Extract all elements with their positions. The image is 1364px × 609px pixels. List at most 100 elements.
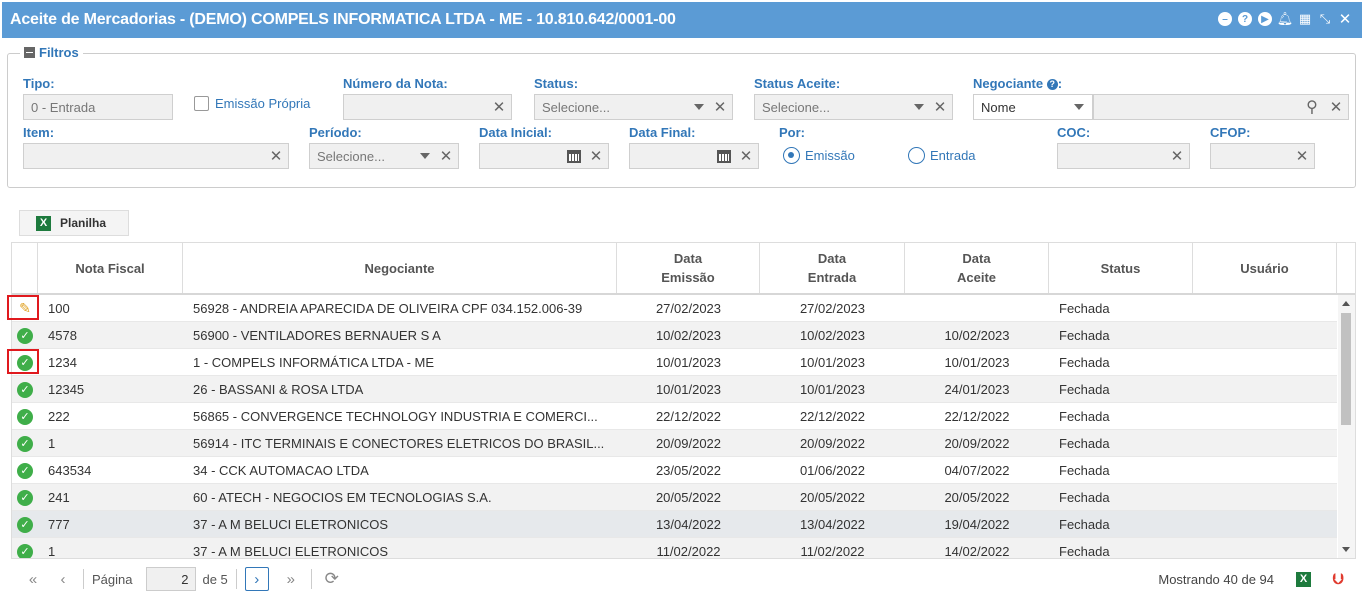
search-icon[interactable]: ⚲ [1300,95,1324,119]
negociante-input[interactable]: ⚲ ✕ [1093,94,1349,120]
cfop-input[interactable]: ✕ [1210,143,1315,169]
clear-icon[interactable]: ✕ [434,144,458,168]
header-usuario[interactable]: Usuário [1193,243,1337,293]
chevron-down-icon[interactable] [910,95,928,119]
nota-grid: Nota Fiscal Negociante Data Emissão Data… [11,242,1356,559]
cell-usuario [1203,322,1333,349]
clear-icon[interactable]: ✕ [487,95,511,119]
cell-data-aceite: 20/05/2022 [944,490,1010,505]
next-page-icon[interactable]: › [244,567,269,591]
status-label: Status: [534,76,579,91]
tipo-field[interactable]: 0 - Entrada [23,94,173,120]
chevron-down-icon[interactable] [1066,95,1092,119]
table-row[interactable]: ✓ 222 56865 - CONVERGENCE TECHNOLOGY INDUS… [12,403,1337,430]
header-status[interactable]: Status [1049,243,1193,293]
cell-nota-fiscal: 241 [48,490,70,505]
periodo-select[interactable]: Selecione... ✕ [309,143,459,169]
page-input[interactable]: 2 [146,567,197,591]
table-row[interactable]: ✓ 1234 1 - COMPELS INFORMÁTICA LTDA - ME 10… [12,349,1337,376]
planilha-button[interactable]: X Planilha [19,210,129,236]
header-data-emissao[interactable]: Data Emissão [617,243,760,293]
table-row[interactable]: ✓ 241 60 - ATECH - NEGOCIOS EM TECNOLOGIAS… [12,484,1337,511]
clear-icon[interactable]: ✕ [264,144,288,168]
check-icon[interactable]: ✓ [17,327,33,344]
header-nota-fiscal[interactable]: Nota Fiscal [38,243,183,293]
cell-data-aceite [905,295,1049,322]
header-negociante[interactable]: Negociante [183,243,617,293]
table-row[interactable]: ✓ 4578 56900 - VENTILADORES BERNAUER S A 10… [12,322,1337,349]
numero-nota-input[interactable]: ✕ [343,94,512,120]
close-icon[interactable]: ✕ [1338,11,1352,28]
chevron-down-icon[interactable] [690,95,708,119]
filters-legend-label: Filtros [39,45,79,60]
scroll-up-icon[interactable] [1342,301,1350,306]
cell-data-aceite: 22/12/2022 [944,409,1010,424]
negociante-label: Negociante ?: [973,76,1063,91]
check-icon[interactable]: ✓ [17,435,33,452]
data-inicial-input[interactable]: ✕ [479,143,609,169]
clear-icon[interactable]: ✕ [708,95,732,119]
export-pdf-icon[interactable]: ⮋ [1331,571,1346,588]
cell-data-emissao: 23/05/2022 [655,463,722,478]
refresh-icon[interactable]: ⟳ [320,567,344,591]
check-icon[interactable]: ✓ [17,462,33,479]
clear-icon[interactable]: ✕ [1165,144,1189,168]
clear-icon[interactable]: ✕ [928,95,952,119]
minimize-icon[interactable]: – [1218,12,1232,26]
calendar-icon[interactable] [714,149,734,163]
check-icon[interactable]: ✓ [17,489,33,506]
compress-icon[interactable]: ⤡ [1318,11,1332,26]
help-icon[interactable]: ? [1238,12,1252,26]
bell-icon[interactable]: 🔔︎ [1277,11,1294,26]
table-row[interactable]: ✓ 1 37 - A M BELUCI ELETRONICOS 11/02/2022 1… [12,538,1337,559]
cell-nota-fiscal: 777 [48,517,70,532]
header-data-entrada[interactable]: Data Entrada [760,243,905,293]
clear-icon[interactable]: ✕ [584,144,608,168]
periodo-label: Período: [309,125,362,140]
check-icon[interactable]: ✓ [17,516,33,533]
coc-input[interactable]: ✕ [1057,143,1190,169]
negociante-type-select[interactable]: Nome [973,94,1093,120]
check-icon[interactable]: ✓ [17,543,33,558]
calendar-icon[interactable] [564,149,584,163]
data-final-input[interactable]: ✕ [629,143,759,169]
table-row[interactable]: ✓ 12345 26 - BASSANI & ROSA LTDA 10/01/2023… [12,376,1337,403]
table-row[interactable]: ✓ 643534 34 - CCK AUTOMACAO LTDA 23/05/2022… [12,457,1337,484]
status-select[interactable]: Selecione... ✕ [534,94,733,120]
clear-icon[interactable]: ✕ [734,144,758,168]
table-row[interactable]: ✓ 1 56914 - ITC TERMINAIS E CONECTORES ELE… [12,430,1337,457]
scroll-down-icon[interactable] [1342,547,1350,552]
tipo-label: Tipo: [23,76,55,91]
clear-icon[interactable]: ✕ [1290,144,1314,168]
scroll-thumb[interactable] [1341,313,1351,425]
cell-status: Fechada [1059,301,1110,316]
export-excel-icon[interactable]: X [1296,571,1311,587]
radio-emissao[interactable] [783,147,800,164]
clear-icon[interactable]: ✕ [1324,95,1348,119]
emissao-propria-checkbox[interactable] [194,96,209,111]
radio-entrada[interactable] [908,147,925,164]
chevron-down-icon[interactable] [416,144,434,168]
item-input[interactable]: ✕ [23,143,289,169]
info-icon[interactable]: ? [1046,78,1058,90]
header-data-aceite[interactable]: Data Aceite [905,243,1049,293]
collapse-icon[interactable] [24,47,35,58]
cell-data-emissao: 27/02/2023 [655,301,722,316]
table-row[interactable]: ✓ 777 37 - A M BELUCI ELETRONICOS 13/04/202… [12,511,1337,538]
vertical-scrollbar[interactable] [1338,295,1355,558]
prev-page-icon[interactable]: ‹ [51,567,75,591]
status-aceite-select[interactable]: Selecione... ✕ [754,94,953,120]
excel-icon: X [36,215,51,231]
grid-header: Nota Fiscal Negociante Data Emissão Data… [12,243,1355,295]
check-icon[interactable]: ✓ [17,408,33,425]
last-page-icon[interactable]: » [279,567,303,591]
play-icon[interactable]: ▶ [1258,12,1272,26]
table-row[interactable]: ✎ 100 56928 - ANDREIA APARECIDA DE OLIVEIR… [12,295,1337,322]
filters-legend[interactable]: Filtros [20,45,83,60]
cell-negociante: 37 - A M BELUCI ELETRONICOS [193,517,389,532]
cell-negociante: 37 - A M BELUCI ELETRONICOS [193,544,389,559]
row-status-cell: ✓ [15,511,35,538]
calendar-icon[interactable]: ▦ [1298,11,1312,26]
check-icon[interactable]: ✓ [17,381,33,398]
first-page-icon[interactable]: « [21,567,45,591]
